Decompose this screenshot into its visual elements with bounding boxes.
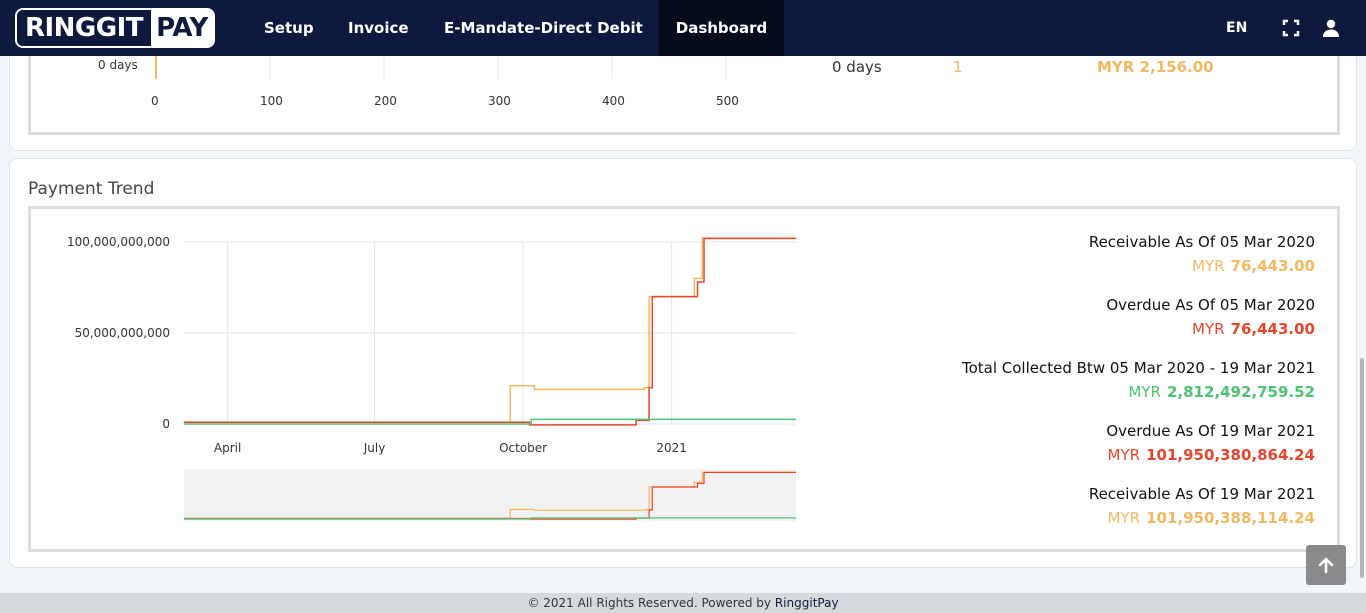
payment-trend-title: Payment Trend	[28, 179, 155, 199]
y-tick-label: 50,000,000,000	[75, 326, 170, 340]
series-line-1	[184, 237, 796, 426]
stat-amount: 2,812,492,759.52	[1166, 383, 1315, 401]
nav-setup[interactable]: Setup	[245, 0, 333, 56]
footer: © 2021 All Rights Reserved. Powered by R…	[0, 593, 1366, 613]
footer-text: © 2021 All Rights Reserved. Powered by	[527, 596, 772, 610]
logo-text-left: RINGGIT	[17, 10, 151, 46]
stat-amount: 101,950,388,114.24	[1146, 509, 1315, 527]
arrow-up-icon	[1318, 557, 1334, 574]
aging-x-tick: 300	[488, 94, 511, 108]
payment-trend-panel: 100,000,000,000 50,000,000,000 0 April July O…	[28, 206, 1340, 552]
stat-currency: MYR	[1128, 383, 1161, 401]
nav-invoice[interactable]: Invoice	[329, 0, 428, 56]
stat-value: MYR 2,812,492,759.52	[1128, 383, 1315, 401]
aging-x-tick: 0	[151, 94, 159, 108]
x-tick-label: April	[214, 441, 241, 455]
y-tick-label: 100,000,000,000	[67, 235, 170, 249]
stat-currency: MYR	[1107, 509, 1141, 527]
aging-x-tick: 200	[374, 94, 397, 108]
stat-label: Overdue As Of 19 Mar 2021	[1106, 422, 1315, 440]
aging-x-tick: 500	[716, 94, 739, 108]
aging-row-label: 0 days	[832, 58, 882, 76]
aging-y-tick: 0 days	[98, 58, 138, 72]
stat-value: MYR 76,443.00	[1192, 320, 1315, 338]
user-icon[interactable]	[1321, 18, 1341, 38]
aging-x-tick: 100	[260, 94, 283, 108]
stat-value: MYR 101,950,380,864.24	[1108, 446, 1315, 464]
stat-label: Receivable As Of 19 Mar 2021	[1088, 485, 1315, 503]
stat-currency: MYR	[1192, 257, 1225, 275]
stat-currency: MYR	[1192, 320, 1225, 338]
stat-amount: 76,443.00	[1230, 257, 1315, 275]
language-selector[interactable]: EN	[1226, 0, 1247, 56]
payment-trend-chart: 100,000,000,000 50,000,000,000 0 April July O…	[67, 235, 796, 521]
fullscreen-icon[interactable]	[1281, 18, 1301, 38]
y-tick-label: 0	[162, 417, 170, 431]
stat-value: MYR 76,443.00	[1192, 257, 1315, 275]
page-scrollbar[interactable]	[1360, 358, 1364, 578]
stat-label: Receivable As Of 05 Mar 2020	[1088, 233, 1315, 251]
x-tick-label: 2021	[656, 441, 687, 455]
logo-text-right: PAY	[151, 10, 213, 46]
stat-value: MYR 101,950,388,114.24	[1108, 509, 1315, 527]
x-tick-label: October	[499, 441, 547, 455]
ringgitpay-logo[interactable]: RINGGIT PAY	[15, 8, 215, 48]
stat-currency: MYR	[1107, 446, 1141, 464]
stat-amount: 101,950,380,864.24	[1146, 446, 1315, 464]
x-tick-label: July	[363, 441, 386, 455]
stat-label: Total Collected Btw 05 Mar 2020 - 19 Mar…	[961, 359, 1315, 377]
stat-label: Overdue As Of 05 Mar 2020	[1106, 296, 1315, 314]
payment-trend-card: Payment Trend 100,000,000,000 50,000,000,…	[9, 158, 1357, 568]
stat-amount: 76,443.00	[1230, 320, 1315, 338]
aging-row-count: 1	[953, 58, 963, 76]
nav-dashboard[interactable]: Dashboard	[659, 0, 784, 56]
top-navigation-bar: RINGGIT PAY Setup Invoice E-Mandate-Dire…	[0, 0, 1366, 56]
nav-emandate[interactable]: E-Mandate-Direct Debit	[425, 0, 662, 56]
aging-row-amount: MYR 2,156.00	[1097, 58, 1214, 76]
scroll-to-top-button[interactable]	[1306, 545, 1346, 585]
aging-x-tick: 400	[602, 94, 625, 108]
footer-brand-link[interactable]: RinggitPay	[775, 596, 839, 610]
